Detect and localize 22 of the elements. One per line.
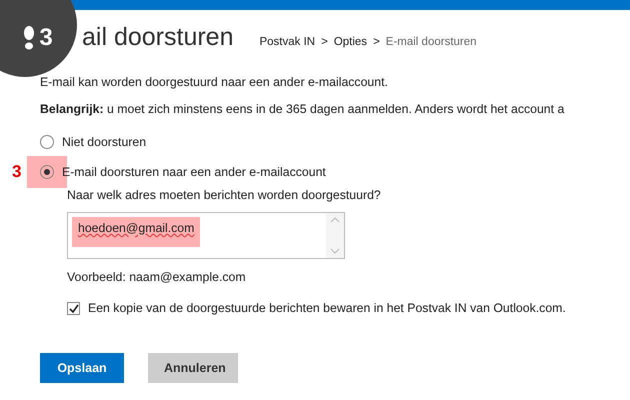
page-title: ail doorsturen [82, 22, 234, 52]
breadcrumb-link[interactable]: Postvak IN [259, 35, 316, 51]
field-label: Naar welk adres moeten berichten worden doorgestuurd? [67, 187, 382, 204]
radio-label: E-mail doorsturen naar een ander e-mailaccount [62, 164, 326, 180]
step-number: 3 [39, 22, 53, 53]
example-text: Voorbeeld: naam@example.com [67, 268, 247, 286]
footprint-icon [23, 26, 36, 50]
breadcrumb-separator: > [321, 35, 328, 50]
breadcrumb-link[interactable]: Opties [334, 35, 368, 51]
breadcrumb-current: E-mail doorsturen [386, 35, 477, 50]
radio-button[interactable] [40, 165, 54, 180]
cancel-button[interactable]: Annuleren [148, 353, 238, 384]
address-field[interactable]: hoedoen@gmail.com [67, 212, 345, 259]
radio-button[interactable] [40, 135, 54, 150]
radio-label: Niet doorsturen [62, 134, 146, 150]
checkbox-label: Een kopie van de doorgestuurde berichten bewaren in het Postvak IN van Outlook.com. [88, 300, 566, 317]
intro-text: E-mail kan worden doorgestuurd naar een ander e-mailaccount. [40, 74, 389, 91]
breadcrumb-separator: > [373, 35, 380, 50]
notice-text: Belangrijk: u moet zich minstens eens in de 365 dagen aanmelden. Anders wordt het account a [40, 100, 566, 118]
step-marker: 3 [12, 160, 22, 183]
save-button[interactable]: Opslaan [40, 353, 124, 384]
checkbox[interactable] [67, 302, 80, 315]
